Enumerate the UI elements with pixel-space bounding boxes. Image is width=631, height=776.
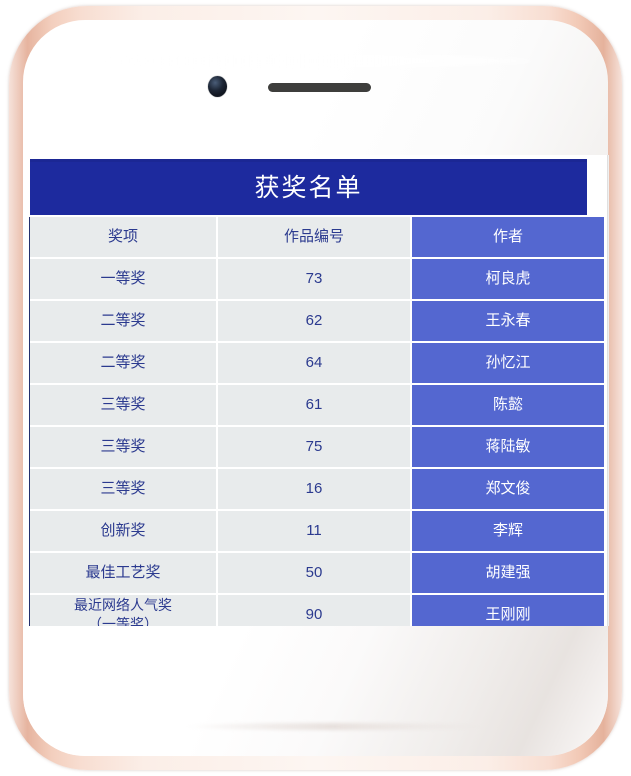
cell-award: 三等奖: [30, 427, 218, 469]
table-row: 创新奖 11 李辉: [30, 511, 604, 553]
app-screen: 获奖名单 奖项 作品编号 作者 一等奖 73 柯良虎 二等奖 62 王永春 二等奖 64 孙忆江 三等奖…: [29, 155, 609, 626]
table-row: 三等奖 16 郑文俊: [30, 469, 604, 511]
page-title: 获奖名单: [30, 162, 587, 215]
table-row: 二等奖 62 王永春: [30, 301, 604, 343]
cell-author: 蒋陆敏: [412, 427, 604, 469]
cell-number: 64: [218, 343, 412, 385]
table-row: 三等奖 75 蒋陆敏: [30, 427, 604, 469]
cell-author: 柯良虎: [412, 259, 604, 301]
face-highlight: [93, 54, 533, 68]
camera-icon: [208, 76, 227, 97]
scroll-down-arrow-icon[interactable]: [608, 607, 609, 624]
cell-author: 王刚刚: [412, 595, 604, 626]
cell-award: 创新奖: [30, 511, 218, 553]
speaker-grille-icon: [268, 83, 371, 92]
table-row: 最佳工艺奖 50 胡建强: [30, 553, 604, 595]
cell-number: 61: [218, 385, 412, 427]
table-row: 最近网络人气奖 （一等奖） 90 王刚刚: [30, 595, 604, 626]
table-row: 一等奖 73 柯良虎: [30, 259, 604, 301]
cell-number: 90: [218, 595, 412, 626]
column-header-author: 作者: [412, 217, 604, 259]
scroll-up-arrow-icon[interactable]: [608, 158, 609, 175]
cell-author: 陈懿: [412, 385, 604, 427]
cell-author: 郑文俊: [412, 469, 604, 511]
cell-author: 胡建强: [412, 553, 604, 595]
phone-mockup: 获奖名单 奖项 作品编号 作者 一等奖 73 柯良虎 二等奖 62 王永春 二等奖 64 孙忆江 三等奖…: [0, 0, 631, 776]
cell-number: 62: [218, 301, 412, 343]
cell-author: 孙忆江: [412, 343, 604, 385]
table-header-row: 奖项 作品编号 作者: [30, 217, 604, 259]
cell-number: 50: [218, 553, 412, 595]
cell-award: 三等奖: [30, 385, 218, 427]
cell-award: 二等奖: [30, 343, 218, 385]
cell-number: 73: [218, 259, 412, 301]
column-header-award: 奖项: [30, 217, 218, 259]
column-header-number: 作品编号: [218, 217, 412, 259]
cell-award: 三等奖: [30, 469, 218, 511]
table-row: 二等奖 64 孙忆江: [30, 343, 604, 385]
vertical-scrollbar[interactable]: [607, 155, 609, 626]
home-button-area: [183, 723, 483, 730]
cell-number: 11: [218, 511, 412, 553]
award-list-table: 奖项 作品编号 作者 一等奖 73 柯良虎 二等奖 62 王永春 二等奖 64 孙忆江 三等奖 61 陈懿三…: [30, 217, 604, 626]
cell-award: 一等奖: [30, 259, 218, 301]
cell-number: 75: [218, 427, 412, 469]
cell-author: 王永春: [412, 301, 604, 343]
cell-number: 16: [218, 469, 412, 511]
cell-award: 最佳工艺奖: [30, 553, 218, 595]
cell-award: 最近网络人气奖 （一等奖）: [30, 595, 218, 626]
table-row: 三等奖 61 陈懿: [30, 385, 604, 427]
cell-author: 李辉: [412, 511, 604, 553]
phone-bottom-bezel: [23, 626, 608, 756]
cell-award: 二等奖: [30, 301, 218, 343]
